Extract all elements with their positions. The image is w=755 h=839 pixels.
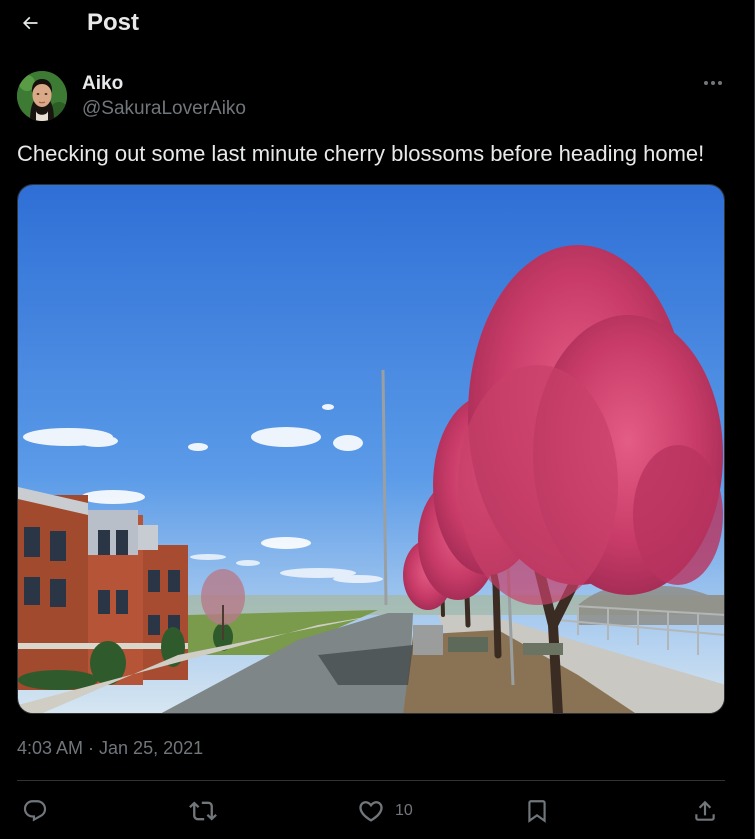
tweet-text: Checking out some last minute cherry blo… bbox=[17, 141, 705, 166]
like-button[interactable]: 10 bbox=[357, 796, 413, 826]
back-button[interactable] bbox=[14, 7, 46, 39]
more-options-button[interactable] bbox=[700, 72, 726, 94]
arrow-left-icon bbox=[22, 16, 38, 30]
bookmark-icon bbox=[528, 800, 546, 823]
repost-button[interactable] bbox=[189, 796, 217, 826]
page-title: Post bbox=[87, 9, 140, 36]
heart-icon bbox=[359, 801, 383, 822]
avatar[interactable] bbox=[17, 71, 67, 121]
share-icon bbox=[695, 800, 715, 821]
more-horizontal-icon bbox=[704, 81, 722, 85]
post-timestamp[interactable]: 4:03 AM · Jan 25, 2021 bbox=[17, 736, 203, 760]
post-header: Post bbox=[0, 0, 754, 48]
share-button[interactable] bbox=[692, 796, 718, 826]
repost-icon bbox=[189, 801, 217, 821]
author-name[interactable]: Aiko bbox=[82, 72, 123, 96]
author-handle[interactable]: @SakuraLoverAiko bbox=[82, 97, 246, 121]
cherry-blossom-photo bbox=[18, 185, 724, 713]
reply-icon bbox=[23, 800, 47, 822]
avatar-image bbox=[17, 71, 67, 121]
like-count: 10 bbox=[395, 802, 413, 819]
bookmark-button[interactable] bbox=[524, 796, 550, 826]
reply-button[interactable] bbox=[22, 796, 48, 826]
divider bbox=[17, 780, 725, 781]
tweet-photo[interactable] bbox=[17, 184, 725, 714]
